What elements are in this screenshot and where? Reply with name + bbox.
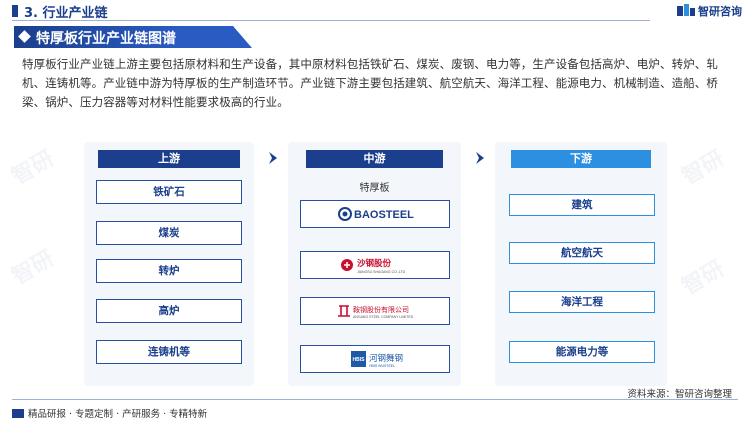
company-name: 沙钢股份 <box>357 258 392 269</box>
upstream-item: 转炉 <box>96 259 242 283</box>
company-logo-hbis: HBIS 河钢舞钢 HBIS WUSTEEL <box>300 345 450 373</box>
company-subname: JIANGSU SHAGANG CO.,LTD <box>357 270 406 274</box>
midstream-column: 中游 特厚板 BAOSTEEL 沙钢股份 JIANGSU SHAGANG CO.… <box>288 142 461 386</box>
upstream-item: 高炉 <box>96 299 242 323</box>
intro-paragraph: 特厚板行业产业链上游主要包括原材料和生产设备，其中原材料包括铁矿石、煤炭、废钢、… <box>22 57 718 109</box>
brand-square-icon <box>12 408 24 418</box>
upstream-item: 煤炭 <box>96 221 242 245</box>
company-logo-angang: 鞍钢股份有限公司 ANGANG STEEL COMPANY LIMITED <box>300 297 450 325</box>
angang-logo-icon <box>338 305 350 317</box>
downstream-header: 下游 <box>511 150 651 168</box>
midstream-header: 中游 <box>306 150 443 168</box>
watermark: 智研 <box>7 146 59 190</box>
watermark: 智研 <box>7 246 59 290</box>
diamond-icon <box>18 30 31 43</box>
company-name: 鞍钢股份有限公司 <box>353 305 409 314</box>
slogan-text: 精品研报 · 专题定制 · 产研服务 · 专精特新 <box>28 409 208 420</box>
chart-title-bar: 特厚板行业产业链图谱 <box>14 26 252 48</box>
section-header: 3. 行业产业链 智研咨询 <box>0 0 750 22</box>
downstream-item: 建筑 <box>509 194 655 216</box>
company-name: 河钢舞钢 <box>369 353 403 364</box>
upstream-header: 上游 <box>98 150 240 168</box>
brand: 智研咨询 <box>677 3 742 19</box>
section-marker <box>12 5 18 17</box>
midstream-label: 特厚板 <box>359 183 390 194</box>
downstream-column: 下游 建筑 航空航天 海洋工程 能源电力等 <box>495 142 667 386</box>
footer: 资料来源：智研咨询整理 精品研报 · 专题定制 · 产研服务 · 专精特新 <box>0 389 750 421</box>
company-name: BAOSTEEL <box>354 209 414 221</box>
company-subname: HBIS WUSTEEL <box>369 364 395 368</box>
upstream-item: 连铸机等 <box>96 340 242 364</box>
downstream-item: 海洋工程 <box>509 291 655 313</box>
company-abbr: HBIS <box>353 357 366 363</box>
upstream-column: 上游 铁矿石 煤炭 转炉 高炉 连铸机等 <box>84 142 254 386</box>
chart-title: 特厚板行业产业链图谱 <box>36 31 176 47</box>
watermark: 智研 <box>677 256 729 300</box>
brand-name: 智研咨询 <box>698 5 742 18</box>
downstream-item: 能源电力等 <box>509 341 655 363</box>
company-logo-shagang: 沙钢股份 JIANGSU SHAGANG CO.,LTD <box>300 251 450 279</box>
company-subname: ANGANG STEEL COMPANY LIMITED <box>353 315 414 319</box>
chevron-right-icon <box>269 152 277 164</box>
footer-rule <box>12 399 738 400</box>
company-logo-baosteel: BAOSTEEL <box>300 200 450 228</box>
chevron-right-icon <box>476 152 484 164</box>
upstream-item: 铁矿石 <box>96 180 242 204</box>
downstream-item: 航空航天 <box>509 242 655 264</box>
section-title: 3. 行业产业链 <box>24 6 108 21</box>
watermark: 智研 <box>677 146 729 190</box>
footer-slogan: 精品研报 · 专题定制 · 产研服务 · 专精特新 <box>12 406 207 420</box>
header-rule <box>12 20 650 21</box>
source-note: 资料来源：智研咨询整理 <box>627 389 732 400</box>
brand-logo-icon <box>677 4 695 16</box>
